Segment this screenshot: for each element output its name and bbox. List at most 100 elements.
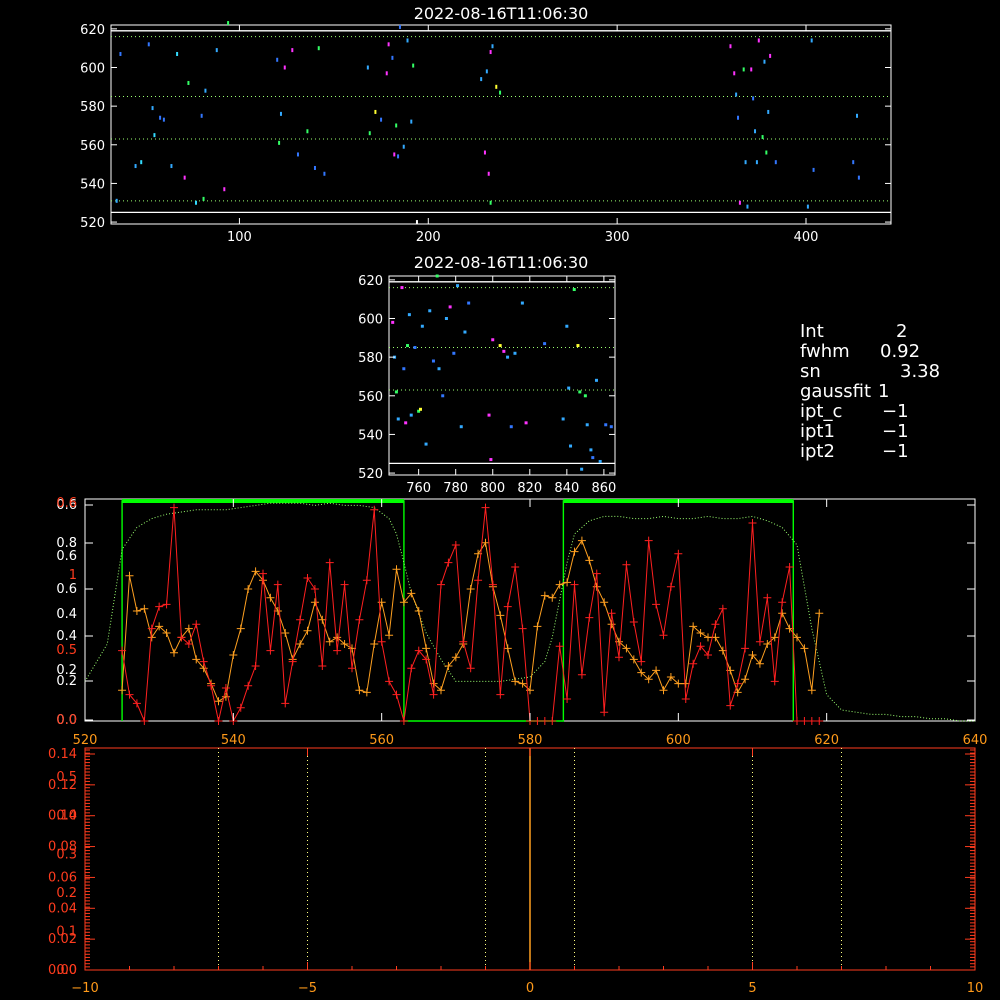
param-key: ipt1 <box>800 421 835 442</box>
x-tick-label: 820 <box>517 481 542 496</box>
pixel-mark <box>431 359 435 363</box>
pixel-mark <box>398 24 401 29</box>
param-value: −1 <box>882 441 909 462</box>
x-tick-label: 0 <box>526 981 534 996</box>
pixel-mark <box>412 63 415 68</box>
pixel-mark <box>394 390 398 394</box>
x-tick-label: 780 <box>443 481 468 496</box>
y-tick-label: 540 <box>358 428 383 443</box>
pixel-mark <box>567 386 571 390</box>
pixel-mark <box>428 309 432 313</box>
pixel-mark <box>400 286 404 290</box>
y-tick-label: 600 <box>358 313 383 328</box>
y-tick-label: 560 <box>358 390 383 405</box>
pixel-mark <box>395 123 398 128</box>
pixel-mark <box>489 458 493 462</box>
pixel-mark <box>769 53 772 58</box>
pixel-mark <box>812 167 815 172</box>
pixel-mark <box>463 330 467 334</box>
pixel-mark <box>385 71 388 76</box>
pixel-mark <box>407 313 411 317</box>
pixel-mark <box>380 117 383 122</box>
pixel-mark <box>857 175 860 180</box>
x-tick-label: 760 <box>406 481 431 496</box>
pixel-mark <box>119 51 122 56</box>
y-tick-label-white: 0.6 <box>56 582 77 597</box>
y-tick-label-red: 0.5 <box>56 643 77 658</box>
pixel-mark <box>735 92 738 97</box>
x-tick-label: 600 <box>666 733 691 748</box>
pixel-mark <box>183 175 186 180</box>
pixel-mark <box>569 444 573 448</box>
param-value: 0.92 <box>880 341 921 362</box>
pixel-mark <box>774 160 777 165</box>
pixel-mark <box>467 301 471 305</box>
param-row: Int 2 <box>800 322 990 342</box>
pixel-mark <box>565 324 569 328</box>
pixel-mark <box>170 164 173 169</box>
pixel-mark <box>448 305 452 309</box>
pixel-mark <box>763 59 766 64</box>
param-key: Int <box>800 321 824 342</box>
pixel-mark <box>489 50 492 55</box>
pixel-mark <box>404 421 408 425</box>
pixel-mark <box>317 46 320 51</box>
pixel-mark <box>750 67 753 72</box>
pixel-mark <box>374 109 377 114</box>
pixel-mark <box>480 77 483 82</box>
pixel-mark <box>115 198 118 203</box>
y-tick-label: 520 <box>80 216 105 231</box>
pixel-mark <box>491 44 494 49</box>
x-tick-label: 640 <box>963 733 988 748</box>
y-tick-label: 0.14 <box>48 747 77 762</box>
x-tick-label: 620 <box>814 733 839 748</box>
y-tick-label: 540 <box>80 177 105 192</box>
pixel-mark <box>162 117 165 122</box>
pixel-mark <box>609 425 613 429</box>
pixel-mark <box>187 80 190 85</box>
param-key: fwhm <box>800 341 850 362</box>
pixel-mark <box>459 425 463 429</box>
pixel-mark <box>153 133 156 138</box>
pixel-mark <box>583 394 587 398</box>
pixel-mark <box>733 71 736 76</box>
x-tick-label: 300 <box>605 230 630 245</box>
pixel-mark <box>227 21 230 26</box>
x-tick-label: 580 <box>518 733 543 748</box>
param-row: fwhm 0.92 <box>800 342 990 362</box>
pixel-mark <box>276 57 279 62</box>
pixel-mark <box>134 164 137 169</box>
pixel-mark <box>147 42 150 47</box>
y-tick-label: 0.04 <box>48 901 77 916</box>
y-tick-label-red: 0.1 <box>56 924 77 939</box>
x-tick-label: 100 <box>227 230 252 245</box>
pixel-mark <box>767 109 770 114</box>
pixel-mark <box>397 154 400 159</box>
y-tick-label-red: 0.0 <box>56 713 77 728</box>
x-tick-label: 200 <box>416 230 441 245</box>
pixel-mark <box>406 344 410 348</box>
pixel-mark <box>410 119 413 124</box>
y-tick-label-red: 0.6 <box>56 496 77 511</box>
param-value: 1 <box>878 381 890 402</box>
pixel-mark <box>752 96 755 101</box>
pixel-mark <box>151 106 154 111</box>
x-tick-label: 520 <box>73 733 98 748</box>
pixel-mark <box>513 351 517 355</box>
pixel-mark <box>742 67 745 72</box>
pixel-mark <box>452 351 456 355</box>
pixel-mark <box>524 421 528 425</box>
param-key: ipt2 <box>800 441 835 462</box>
x-tick-label: 800 <box>480 481 505 496</box>
pixel-mark <box>441 394 445 398</box>
x-tick-label: 840 <box>554 481 579 496</box>
y-tick-label-white: 0.4 <box>56 607 77 622</box>
pixel-mark <box>200 113 203 118</box>
pixel-mark <box>491 338 495 342</box>
pixel-mark <box>366 65 369 70</box>
pixel-mark <box>738 200 741 205</box>
y-tick-label-red: 0.2 <box>56 886 77 901</box>
pixel-mark <box>435 274 439 278</box>
pixel-mark <box>415 220 418 225</box>
pixel-mark <box>485 69 488 74</box>
